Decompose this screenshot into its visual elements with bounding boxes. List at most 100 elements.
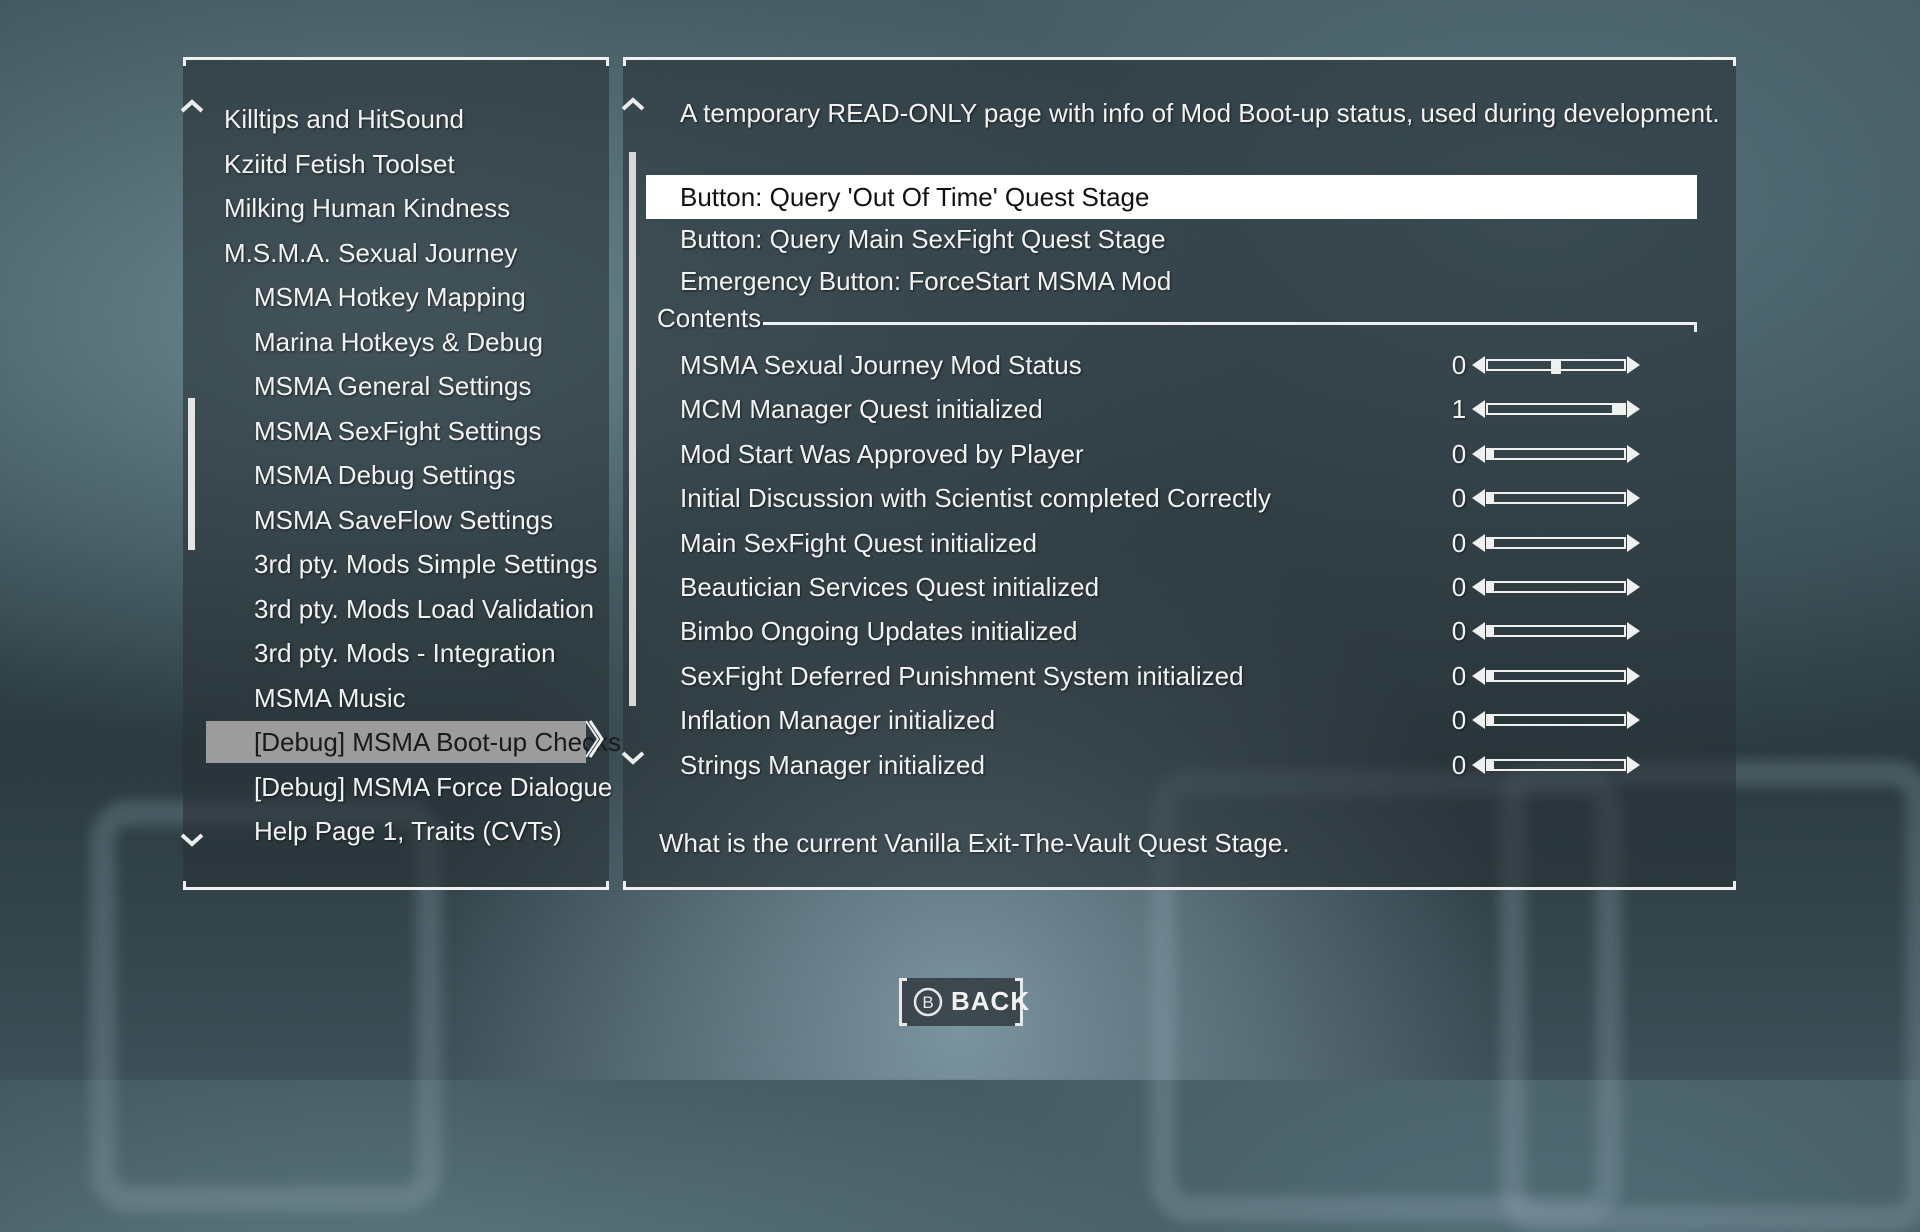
mod-list-item-label: [Debug] MSMA Force Dialogue	[254, 771, 613, 802]
mod-list-item[interactable]: [Debug] MSMA Force Dialogue	[254, 766, 612, 808]
status-slider[interactable]	[1472, 400, 1640, 419]
slider-left-arrow-icon[interactable]	[1472, 356, 1485, 374]
slider-fill	[1488, 449, 1494, 458]
mod-list-item-label: MSMA SaveFlow Settings	[254, 504, 554, 535]
status-slider[interactable]	[1472, 356, 1640, 374]
mod-list-item-label: M.S.M.A. Sexual Journey	[224, 237, 518, 268]
slider-fill	[1488, 583, 1494, 591]
status-slider[interactable]	[1472, 666, 1640, 685]
force-start-button[interactable]: Emergency Button: ForceStart MSMA Mod	[680, 259, 1171, 303]
mod-list-item-label: 3rd pty. Mods Simple Settings	[254, 549, 598, 579]
mod-list-item[interactable]: Killtips and HitSound	[224, 98, 464, 140]
chevron-down-icon[interactable]	[620, 750, 646, 766]
mod-list-item[interactable]: Kziitd Fetish Toolset	[224, 143, 455, 185]
slider-right-arrow-icon[interactable]	[1627, 622, 1640, 641]
slider-fill	[1612, 405, 1624, 414]
status-slider[interactable]	[1472, 755, 1640, 774]
query-out-of-time-button[interactable]: Button: Query 'Out Of Time' Quest Stage	[680, 175, 1149, 219]
status-slider[interactable]	[1472, 444, 1640, 463]
slider-right-arrow-icon[interactable]	[1627, 356, 1640, 374]
mod-list-item-label: MSMA General Settings	[254, 371, 532, 401]
mod-list-item[interactable]: 3rd pty. Mods - Integration	[254, 632, 556, 674]
slider-right-arrow-icon[interactable]	[1627, 400, 1640, 419]
status-row-label: MSMA Sexual Journey Mod Status	[680, 350, 1082, 380]
slider-right-arrow-icon[interactable]	[1627, 578, 1640, 596]
mod-list-item[interactable]: Marina Hotkeys & Debug	[254, 321, 543, 363]
svg-text:B: B	[922, 993, 933, 1012]
slider-fill	[1488, 494, 1494, 503]
mod-list-item[interactable]: MSMA Hotkey Mapping	[254, 276, 526, 318]
slider-left-arrow-icon[interactable]	[1472, 578, 1485, 596]
slider-left-arrow-icon[interactable]	[1472, 711, 1485, 730]
mod-list-item[interactable]: Milking Human Kindness	[224, 187, 510, 229]
slider-left-arrow-icon[interactable]	[1472, 755, 1485, 774]
status-row-value: 0	[1451, 483, 1467, 514]
status-row-label: SexFight Deferred Punishment System init…	[680, 660, 1244, 691]
slider-left-arrow-icon[interactable]	[1472, 400, 1485, 419]
mod-list-item-label: Marina Hotkeys & Debug	[254, 326, 544, 357]
chevron-right-icon	[586, 720, 604, 758]
mod-list-item[interactable]: MSMA General Settings	[254, 365, 531, 407]
slider-left-arrow-icon[interactable]	[1472, 489, 1485, 508]
query-sexfight-stage-button[interactable]: Button: Query Main SexFight Quest Stage	[680, 217, 1166, 261]
slider-track	[1486, 359, 1626, 374]
mod-list-item[interactable]: MSMA SaveFlow Settings	[254, 499, 553, 541]
slider-right-arrow-icon[interactable]	[1627, 711, 1640, 730]
slider-left-arrow-icon[interactable]	[1472, 444, 1485, 463]
slider-right-arrow-icon[interactable]	[1627, 755, 1640, 774]
status-row-value: 0	[1451, 616, 1467, 647]
section-divider	[763, 322, 1697, 325]
slider-right-arrow-icon[interactable]	[1627, 489, 1640, 508]
slider-right-arrow-icon[interactable]	[1627, 533, 1640, 552]
mod-list-item[interactable]: 3rd pty. Mods Load Validation	[254, 588, 594, 630]
mod-list-item-label: Kziitd Fetish Toolset	[224, 148, 455, 179]
mod-list-item-label: Help Page 1, Traits (CVTs)	[254, 816, 562, 846]
settings-scrollbar[interactable]	[629, 152, 636, 706]
status-row-value: 0	[1451, 660, 1467, 691]
slider-left-arrow-icon[interactable]	[1472, 666, 1485, 685]
mod-list-item-label: MSMA Hotkey Mapping	[254, 282, 526, 312]
mod-list-item[interactable]: Help Page 1, Traits (CVTs)	[254, 810, 562, 852]
status-row: SexFight Deferred Punishment System init…	[680, 656, 1680, 696]
slider-track	[1486, 625, 1626, 638]
status-row-label: Bimbo Ongoing Updates initialized	[680, 616, 1078, 647]
page-description: A temporary READ-ONLY page with info of …	[680, 98, 1720, 128]
status-slider[interactable]	[1472, 622, 1640, 641]
option-label: Button: Query 'Out Of Time' Quest Stage	[680, 182, 1150, 212]
status-slider[interactable]	[1472, 489, 1640, 508]
back-button[interactable]: B BACK	[899, 978, 1029, 1026]
status-slider[interactable]	[1472, 533, 1640, 552]
slider-fill	[1488, 538, 1494, 547]
chevron-up-icon[interactable]	[179, 98, 205, 114]
status-row-label: Initial Discussion with Scientist comple…	[680, 483, 1271, 514]
section-divider-tick	[1694, 322, 1697, 332]
slider-fill	[1488, 671, 1494, 680]
slider-knob[interactable]	[1551, 360, 1561, 374]
info-text: What is the current Vanilla Exit-The-Vau…	[659, 828, 1290, 858]
mod-list-item-label: Milking Human Kindness	[224, 193, 511, 223]
slider-track	[1486, 581, 1626, 593]
mod-list-item-label: 3rd pty. Mods Load Validation	[254, 593, 595, 624]
slider-track	[1486, 536, 1626, 549]
b-button-icon: B	[913, 987, 943, 1017]
mod-list-item[interactable]: 3rd pty. Mods Simple Settings	[254, 543, 597, 585]
status-row-label: Inflation Manager initialized	[680, 705, 996, 736]
mod-list-item[interactable]: MSMA Debug Settings	[254, 454, 516, 496]
chevron-down-icon[interactable]	[179, 832, 205, 848]
slider-left-arrow-icon[interactable]	[1472, 533, 1485, 552]
mod-list-item[interactable]: M.S.M.A. Sexual Journey	[224, 232, 517, 274]
status-slider[interactable]	[1472, 578, 1640, 596]
chevron-up-icon[interactable]	[620, 96, 646, 112]
mod-list-item[interactable]: MSMA SexFight Settings	[254, 410, 542, 452]
status-row-value: 0	[1451, 572, 1467, 602]
status-row: Inflation Manager initialized 0	[680, 700, 1680, 740]
status-slider[interactable]	[1472, 711, 1640, 730]
slider-right-arrow-icon[interactable]	[1627, 444, 1640, 463]
section-header: Contents	[657, 303, 762, 333]
slider-fill	[1488, 760, 1494, 769]
slider-left-arrow-icon[interactable]	[1472, 622, 1485, 641]
mod-list-scrollbar[interactable]	[188, 398, 195, 550]
mod-list-item[interactable]: MSMA Music	[254, 677, 406, 719]
slider-right-arrow-icon[interactable]	[1627, 666, 1640, 685]
mod-list-item[interactable]: [Debug] MSMA Boot-up Checks	[206, 721, 621, 763]
